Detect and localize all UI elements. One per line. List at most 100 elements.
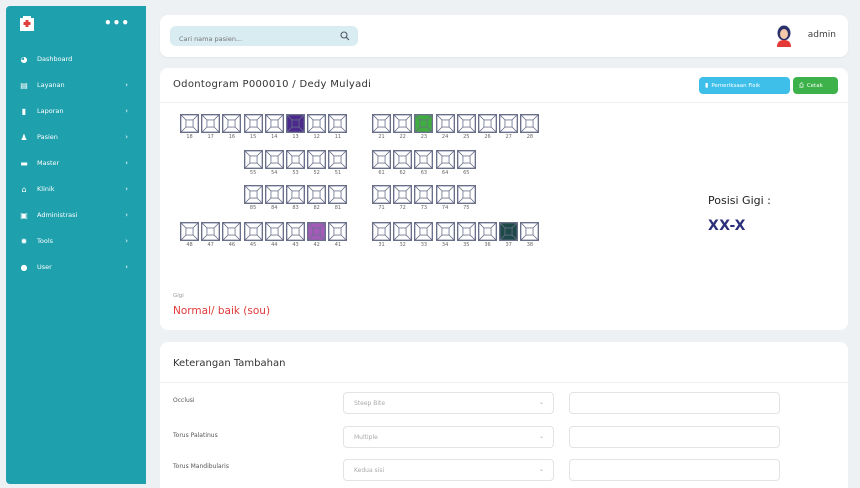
tooth-number-label: 24 xyxy=(441,134,449,140)
tooth-26[interactable] xyxy=(478,114,497,133)
tooth-54[interactable] xyxy=(264,150,284,169)
tooth-number-label: 82 xyxy=(313,205,320,211)
chevron-right-icon: › xyxy=(125,133,128,141)
tooth-38[interactable] xyxy=(520,222,540,241)
tooth-number-label: 33 xyxy=(420,242,428,248)
sidebar-item-master[interactable]: ▬ Master › xyxy=(6,150,146,176)
tooth-27[interactable] xyxy=(499,114,519,133)
tooth-41[interactable] xyxy=(328,222,348,241)
tooth-34[interactable] xyxy=(435,222,455,241)
torus-mandibularis-select-value: Kedua sisi xyxy=(354,467,385,474)
occlusion-select-value: Steep Bite xyxy=(354,400,386,407)
user-name[interactable]: admin xyxy=(808,30,836,40)
tooth-45[interactable] xyxy=(243,222,263,241)
tooth-47[interactable] xyxy=(201,222,221,241)
chevron-right-icon: › xyxy=(125,185,128,193)
tooth-52[interactable] xyxy=(307,150,327,169)
tooth-62[interactable] xyxy=(393,150,413,169)
sidebar-item-user[interactable]: ● User › xyxy=(6,254,146,280)
torus-palatinus-select[interactable]: Multiple ⌄ xyxy=(343,426,554,448)
tooth-48[interactable] xyxy=(180,222,199,241)
tooth-82[interactable] xyxy=(307,185,327,204)
tooth-85[interactable] xyxy=(243,185,263,204)
chevron-down-icon: ⌄ xyxy=(538,433,544,440)
tooth-44[interactable] xyxy=(264,222,284,241)
sidebar-item-layanan[interactable]: ▤ Layanan › xyxy=(6,72,146,98)
search-input[interactable] xyxy=(170,29,330,49)
tooth-number-label: 15 xyxy=(249,134,257,140)
tooth-number-label: 85 xyxy=(249,205,257,211)
tooth-55[interactable] xyxy=(243,150,263,169)
tooth-28[interactable] xyxy=(520,114,540,133)
tooth-73[interactable] xyxy=(414,185,434,204)
tooth-42[interactable] xyxy=(307,222,327,241)
tooth-number-label: 37 xyxy=(505,242,512,248)
tooth-31[interactable] xyxy=(372,222,391,241)
tooth-43[interactable] xyxy=(286,222,305,241)
sidebar-item-administrasi[interactable]: ▣ Administrasi › xyxy=(6,202,146,228)
sidebar-item-klinik[interactable]: ⌂ Klinik › xyxy=(6,176,146,202)
tooth-number-label: 84 xyxy=(271,205,278,211)
tooth-17[interactable] xyxy=(201,114,221,133)
tooth-61[interactable] xyxy=(372,150,391,169)
sidebar-item-label: Tools xyxy=(37,237,54,245)
print-button[interactable]: ⎙ Cetak xyxy=(793,77,838,94)
tooth-18[interactable] xyxy=(180,114,199,133)
tooth-35[interactable] xyxy=(456,222,476,241)
sidebar-item-tools[interactable]: ✹ Tools › xyxy=(6,228,146,254)
tooth-16[interactable] xyxy=(222,114,242,133)
tooth-15[interactable] xyxy=(243,114,263,133)
tooth-72[interactable] xyxy=(393,185,413,204)
sidebar-item-dashboard[interactable]: ◕ Dashboard xyxy=(6,46,146,72)
tooth-83[interactable] xyxy=(286,185,305,204)
odontogram-chart: 18 17 16 15 14 13 12 11 21 22 23 24 25 26 27 28 55 54 53 52… xyxy=(160,68,720,268)
torus-mandibularis-select[interactable]: Kedua sisi ⌄ xyxy=(343,459,554,481)
tooth-36[interactable] xyxy=(478,222,497,241)
tooth-64[interactable] xyxy=(435,150,455,169)
tooth-51[interactable] xyxy=(328,150,348,169)
more-icon[interactable]: ••• xyxy=(104,16,130,30)
tooth-81[interactable] xyxy=(328,185,348,204)
occlusion-select[interactable]: Steep Bite ⌄ xyxy=(343,392,554,414)
torus-palatinus-input[interactable] xyxy=(569,426,780,448)
tooth-32[interactable] xyxy=(393,222,413,241)
tooth-37[interactable] xyxy=(499,222,519,241)
tooth-13[interactable] xyxy=(286,114,305,133)
tooth-46[interactable] xyxy=(222,222,242,241)
torus-mandibularis-label: Torus Mandibularis xyxy=(173,463,229,470)
sidebar-item-label: User xyxy=(37,263,52,271)
sidebar-item-laporan[interactable]: ▮ Laporan › xyxy=(6,98,146,124)
tooth-status-value: Normal/ baik (sou) xyxy=(173,305,271,317)
tooth-24[interactable] xyxy=(435,114,455,133)
tooth-14[interactable] xyxy=(264,114,284,133)
sidebar-item-label: Layanan xyxy=(37,81,65,89)
tooth-53[interactable] xyxy=(286,150,305,169)
tooth-11[interactable] xyxy=(328,114,348,133)
tooth-12[interactable] xyxy=(307,114,327,133)
tooth-number-label: 47 xyxy=(207,242,214,248)
tooth-21[interactable] xyxy=(372,114,391,133)
tooth-75[interactable] xyxy=(456,185,476,204)
sidebar: ••• ◕ Dashboard ▤ Layanan › ▮ Laporan › ♟ Pasien ›… xyxy=(6,6,146,484)
tooth-25[interactable] xyxy=(456,114,476,133)
torus-mandibularis-input[interactable] xyxy=(569,459,780,481)
search-icon[interactable] xyxy=(340,31,350,41)
tooth-number-label: 34 xyxy=(441,242,449,248)
user-avatar-icon[interactable] xyxy=(776,25,792,47)
sidebar-item-pasien[interactable]: ♟ Pasien › xyxy=(6,124,146,150)
user-icon: ● xyxy=(20,262,28,272)
tooth-63[interactable] xyxy=(414,150,434,169)
tooth-74[interactable] xyxy=(435,185,455,204)
tooth-22[interactable] xyxy=(393,114,413,133)
tooth-33[interactable] xyxy=(414,222,434,241)
occlusion-input[interactable] xyxy=(569,392,780,414)
tooth-number-label: 42 xyxy=(313,242,320,248)
tooth-number-label: 71 xyxy=(378,205,385,211)
tooth-71[interactable] xyxy=(372,185,391,204)
tooth-84[interactable] xyxy=(264,185,284,204)
tooth-65[interactable] xyxy=(456,150,476,169)
tooth-23[interactable] xyxy=(414,114,434,133)
home-icon: ⌂ xyxy=(21,184,27,194)
tooth-number-label: 26 xyxy=(484,134,491,140)
tooth-number-label: 43 xyxy=(292,242,299,248)
